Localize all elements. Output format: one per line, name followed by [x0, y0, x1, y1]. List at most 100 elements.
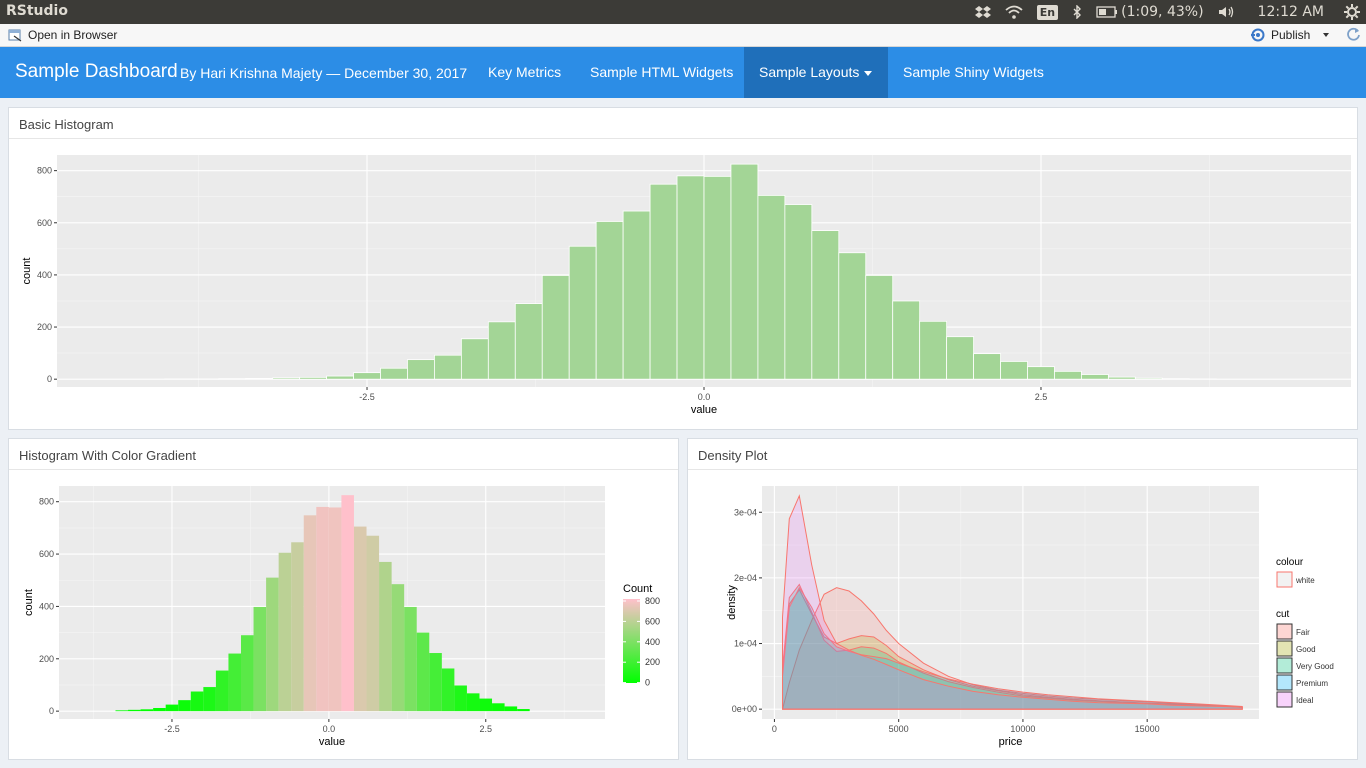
- histogram-bar: [215, 670, 229, 712]
- x-axis-label: price: [999, 736, 1023, 748]
- legend-title: Count: [623, 583, 652, 595]
- histogram-bar: [328, 507, 342, 712]
- settings-gear-icon[interactable]: [1344, 4, 1360, 20]
- histogram-bar: [517, 709, 530, 712]
- histogram-bar: [919, 320, 948, 380]
- histogram-bar: [245, 377, 274, 380]
- x-tick-label: -2.5: [359, 392, 375, 402]
- histogram-bar: [649, 183, 678, 380]
- battery-icon: [1096, 6, 1118, 18]
- legend-colour-key: [1276, 571, 1293, 588]
- legend-cut-title: cut: [1276, 609, 1290, 620]
- histogram-bar: [429, 653, 442, 712]
- x-tick-label: 0.0: [698, 392, 711, 402]
- nav-sample-shiny-widgets[interactable]: Sample Shiny Widgets: [888, 47, 1059, 98]
- histogram-bar: [622, 210, 651, 380]
- histogram-bar: [514, 303, 543, 380]
- histogram-bar: [784, 204, 813, 380]
- legend-cut-label: Good: [1296, 645, 1316, 654]
- gradient-histogram-chart: -2.5 0.0 2.50200400600800valuecountCount80…: [23, 486, 660, 748]
- keyboard-language-indicator[interactable]: En: [1036, 4, 1059, 20]
- chevron-down-icon: [1323, 33, 1330, 37]
- histogram-bar: [203, 687, 216, 712]
- histogram-bar: [1081, 374, 1109, 380]
- legend-tick-label: 400: [645, 637, 660, 647]
- histogram-bar: [1027, 366, 1055, 380]
- battery-indicator[interactable]: (1:09, 43%): [1096, 4, 1204, 20]
- histogram-bar: [703, 175, 732, 380]
- x-tick-label: 2.5: [480, 724, 493, 734]
- histogram-bar: [316, 506, 329, 712]
- histogram-bar: [838, 252, 867, 380]
- histogram-bar: [487, 321, 516, 380]
- nav-sample-layouts[interactable]: Sample Layouts: [744, 47, 888, 98]
- y-tick-label: 600: [39, 549, 54, 559]
- histogram-bar: [946, 336, 974, 380]
- dropbox-icon[interactable]: [974, 5, 991, 19]
- y-tick-label: 800: [39, 497, 54, 507]
- histogram-bar: [391, 584, 405, 712]
- bluetooth-icon[interactable]: [1072, 5, 1082, 19]
- x-tick-label: 2.5: [1035, 392, 1048, 402]
- dashboard-navbar: Sample Dashboard By Hari Krishna Majety …: [0, 47, 1366, 98]
- y-tick-label: 2e-04: [734, 573, 757, 583]
- x-axis-label: value: [319, 736, 345, 748]
- histogram-bar: [595, 221, 624, 380]
- legend-tick-label: 800: [645, 596, 660, 606]
- nav-sample-html-widgets[interactable]: Sample HTML Widgets: [575, 47, 748, 98]
- histogram-bar: [479, 698, 493, 712]
- y-tick-label: 600: [37, 218, 52, 228]
- nav-label: Sample HTML Widgets: [590, 64, 734, 80]
- histogram-bar: [973, 353, 1001, 380]
- histogram-bar: [892, 300, 921, 380]
- histogram-bar: [379, 561, 392, 712]
- battery-status: (1:09, 43%): [1121, 4, 1204, 20]
- volume-icon[interactable]: [1218, 5, 1236, 19]
- dashboard-title[interactable]: Sample Dashboard: [15, 61, 178, 83]
- histogram-bar: [416, 632, 430, 712]
- legend-cut-key: [1276, 640, 1293, 657]
- histogram-bar: [541, 275, 570, 380]
- panel-title: Histogram With Color Gradient: [9, 439, 678, 470]
- histogram-bar: [460, 338, 489, 380]
- histogram-bar: [1107, 376, 1136, 380]
- x-tick-label: 0.0: [323, 724, 336, 734]
- histogram-bar: [466, 693, 480, 712]
- publish-button[interactable]: Publish: [1250, 28, 1330, 42]
- nav-label: Sample Shiny Widgets: [903, 64, 1044, 80]
- open-in-browser-button[interactable]: Open in Browser: [8, 28, 117, 42]
- histogram-bar: [291, 542, 304, 712]
- histogram-bar: [1134, 377, 1163, 380]
- histogram-bar: [676, 175, 705, 380]
- y-axis-label: density: [726, 585, 738, 620]
- histogram-bar: [165, 704, 179, 712]
- histogram-bar: [353, 526, 367, 712]
- nav-key-metrics[interactable]: Key Metrics: [473, 47, 576, 98]
- histogram-bar: [272, 377, 301, 380]
- histogram-bar: [341, 495, 354, 712]
- basic-histogram-panel: Basic Histogram -2.5 0.0 2.5 0 200 400 600 800 v…: [8, 107, 1358, 430]
- legend-cut-key: [1276, 691, 1293, 708]
- clock[interactable]: 12:12 AM: [1258, 4, 1324, 20]
- histogram-bar: [441, 668, 455, 712]
- histogram-bar: [353, 372, 381, 380]
- publish-icon: [1251, 28, 1265, 42]
- language-label: En: [1036, 4, 1059, 20]
- x-tick-label: 0: [772, 724, 777, 734]
- legend-tick-label: 0: [645, 678, 650, 688]
- x-tick-label: 15000: [1135, 724, 1160, 734]
- refresh-icon[interactable]: [1346, 27, 1361, 45]
- histogram-bar: [757, 195, 786, 380]
- legend-cut-label: Fair: [1296, 628, 1310, 637]
- wifi-icon[interactable]: [1005, 5, 1023, 19]
- legend-cut-label: Premium: [1296, 679, 1328, 688]
- density-plot-chart: 0 5000 10000 15000 0e+00 1e-04 2e-04 3e-04 price…: [726, 486, 1334, 748]
- histogram-bar: [140, 709, 154, 712]
- histogram-bar: [278, 552, 292, 712]
- histogram-bar: [730, 163, 759, 380]
- legend-cut-key: [1276, 657, 1293, 674]
- histogram-bar: [228, 653, 241, 712]
- x-tick-label: 5000: [889, 724, 909, 734]
- histogram-bar: [1000, 361, 1028, 380]
- legend-cut-key: [1276, 623, 1293, 640]
